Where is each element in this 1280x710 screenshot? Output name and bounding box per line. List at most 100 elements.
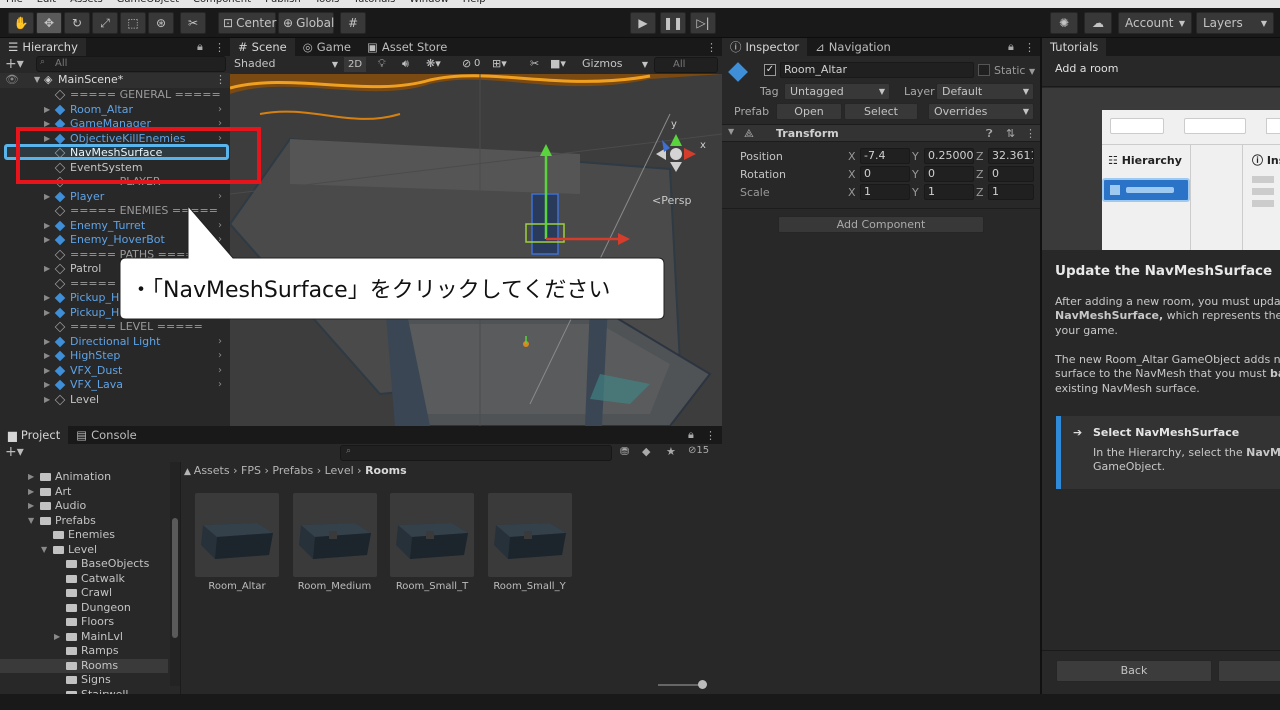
account-dropdown[interactable]: Account ▼ [1118, 12, 1192, 34]
tab-project[interactable]: ▆ Project [0, 426, 69, 444]
chevron-right-icon[interactable]: ▶ [28, 470, 34, 485]
chevron-right-icon[interactable]: › [218, 364, 222, 379]
static-dropdown[interactable]: Static ▼ [994, 64, 1035, 77]
hierarchy-row[interactable]: ▶ VFX_Dust › [0, 364, 230, 379]
hierarchy-row[interactable]: ▶ VFX_Lava › [0, 378, 230, 393]
object-name-field[interactable]: Room_Altar [780, 62, 974, 78]
hierarchy-search-input[interactable]: All [36, 56, 226, 72]
menu-item[interactable]: GameObject [117, 0, 179, 8]
zoom-slider-handle[interactable] [698, 680, 707, 689]
shading-dropdown[interactable]: Shaded ▼ [234, 57, 338, 72]
chevron-right-icon[interactable]: ▶ [28, 485, 34, 500]
breadcrumb-item[interactable]: Prefabs [272, 464, 313, 477]
hierarchy-row[interactable]: ▶ HighStep › [0, 349, 230, 364]
folder-item[interactable]: Catwalk [0, 572, 168, 587]
hierarchy-row[interactable]: ▶ Room_Altar › [0, 103, 230, 118]
lock-icon[interactable]: 🔒︎ [688, 428, 694, 442]
layers-dropdown[interactable]: Layers ▼ [1196, 12, 1274, 34]
menu-item[interactable]: Component [193, 0, 251, 8]
step-button[interactable]: ▷| [690, 12, 716, 34]
asset-item[interactable]: Room_Small_T [390, 493, 474, 592]
menu-item[interactable]: Tutorials [353, 0, 395, 8]
tab-console[interactable]: ▤ Console [68, 426, 145, 444]
chevron-right-icon[interactable]: › [218, 190, 222, 205]
folder-item[interactable]: ▶ Art [0, 485, 168, 500]
chevron-right-icon[interactable]: ▶ [44, 291, 50, 306]
tab-scene[interactable]: # Scene [230, 38, 295, 56]
chevron-right-icon[interactable]: ▶ [44, 364, 50, 379]
asset-item[interactable]: Room_Altar [195, 493, 279, 592]
grid-snap-button[interactable]: # [340, 12, 366, 34]
chevron-down-icon[interactable]: ▼ [41, 543, 47, 558]
folder-item[interactable]: ▼ Level [0, 543, 168, 558]
add-icon[interactable]: +▾ [5, 56, 24, 72]
scale-x-field[interactable]: 1 [860, 184, 910, 200]
hierarchy-row[interactable]: ===== LEVEL ===== [0, 320, 230, 335]
cloud-button[interactable]: ☁ [1084, 12, 1112, 34]
tab-navigation[interactable]: ⊿ Navigation [807, 38, 899, 56]
global-local-button[interactable]: ⊕ Global [278, 12, 334, 34]
back-button[interactable]: Back [1056, 660, 1212, 682]
chevron-right-icon[interactable]: ▶ [44, 393, 50, 408]
rotation-x-field[interactable]: 0 [860, 166, 910, 182]
folder-item[interactable]: Floors [0, 615, 168, 630]
breadcrumb-item[interactable]: Rooms [365, 464, 407, 477]
chevron-right-icon[interactable]: ▶ [44, 349, 50, 364]
more-icon[interactable]: ⋮ [705, 429, 716, 442]
chevron-right-icon[interactable]: › [218, 103, 222, 118]
tab-hierarchy[interactable]: ☰ Hierarchy [0, 38, 86, 56]
static-checkbox[interactable] [978, 64, 990, 76]
camera-icon[interactable]: ■▾ [550, 57, 566, 70]
lock-icon[interactable]: 🔒︎ [1008, 40, 1014, 54]
transform-tool-button[interactable]: ⊛ [148, 12, 174, 34]
hierarchy-row[interactable]: ===== GENERAL ===== [0, 88, 230, 103]
chevron-right-icon[interactable]: ▶ [44, 262, 50, 277]
folder-item[interactable]: ▼ Prefabs [0, 514, 168, 529]
tab-asset-store[interactable]: ▣ Asset Store [359, 38, 455, 56]
position-x-field[interactable]: -7.4 [860, 148, 910, 164]
preset-icon[interactable]: ⇅ [1006, 127, 1015, 140]
more-icon[interactable]: ⋮ [214, 41, 225, 54]
prefab-select-button[interactable]: Select [844, 103, 918, 120]
menu-item[interactable]: Edit [37, 0, 56, 8]
scale-tool-button[interactable]: ⤢ [92, 12, 118, 34]
hidden-icon[interactable]: ⊘ [462, 57, 471, 70]
folder-item[interactable]: ▶ Audio [0, 499, 168, 514]
2d-toggle[interactable]: 2D [344, 57, 366, 72]
more-icon[interactable]: ⋮ [706, 41, 717, 54]
rotation-z-field[interactable]: 0 [988, 166, 1034, 182]
tools-icon[interactable]: ✂ [530, 57, 539, 70]
chevron-right-icon[interactable]: ▶ [44, 306, 50, 321]
scene-search-input[interactable]: All [654, 57, 718, 73]
rotate-tool-button[interactable]: ↻ [64, 12, 90, 34]
rect-tool-button[interactable]: ⬚ [120, 12, 146, 34]
rotation-y-field[interactable]: 0 [924, 166, 974, 182]
folder-item[interactable]: Crawl [0, 586, 168, 601]
tab-inspector[interactable]: ⓘ Inspector [722, 38, 808, 56]
chevron-right-icon[interactable]: ▶ [44, 335, 50, 350]
chevron-right-icon[interactable]: ▶ [44, 103, 50, 118]
play-button[interactable]: ▶ [630, 12, 656, 34]
breadcrumb-item[interactable]: Level [325, 464, 354, 477]
hand-tool-button[interactable]: ✋ [8, 12, 34, 34]
menu-item[interactable]: File [6, 0, 23, 8]
chevron-right-icon[interactable]: › [218, 378, 222, 393]
lock-icon[interactable]: 🔒︎ [197, 40, 203, 54]
chevron-right-icon[interactable]: ▶ [44, 190, 50, 205]
layer-dropdown[interactable]: Default ▼ [936, 83, 1034, 100]
position-z-field[interactable]: 32.3611 [988, 148, 1034, 164]
hierarchy-row[interactable]: ▶ Directional Light › [0, 335, 230, 350]
menu-item[interactable]: Tools [315, 0, 340, 8]
chevron-right-icon[interactable]: ▶ [54, 630, 60, 645]
gizmos-dropdown[interactable]: Gizmos ▼ [582, 57, 648, 72]
breadcrumb-item[interactable]: FPS [241, 464, 261, 477]
effects-icon[interactable]: ❋▾ [426, 57, 441, 70]
breadcrumb-up-icon[interactable]: ▲ [184, 467, 194, 477]
zoom-slider[interactable] [658, 680, 707, 689]
more-icon[interactable]: ⋮ [1025, 127, 1036, 140]
folder-item[interactable]: ▶ MainLvl [0, 630, 168, 645]
pause-button[interactable]: ❚❚ [660, 12, 686, 34]
hidden-packages-icon[interactable]: ⊘15 [688, 445, 709, 456]
menu-item[interactable]: Window [409, 0, 448, 8]
task-card[interactable]: ➔ Select NavMeshSurface In the Hierarchy… [1056, 416, 1280, 489]
